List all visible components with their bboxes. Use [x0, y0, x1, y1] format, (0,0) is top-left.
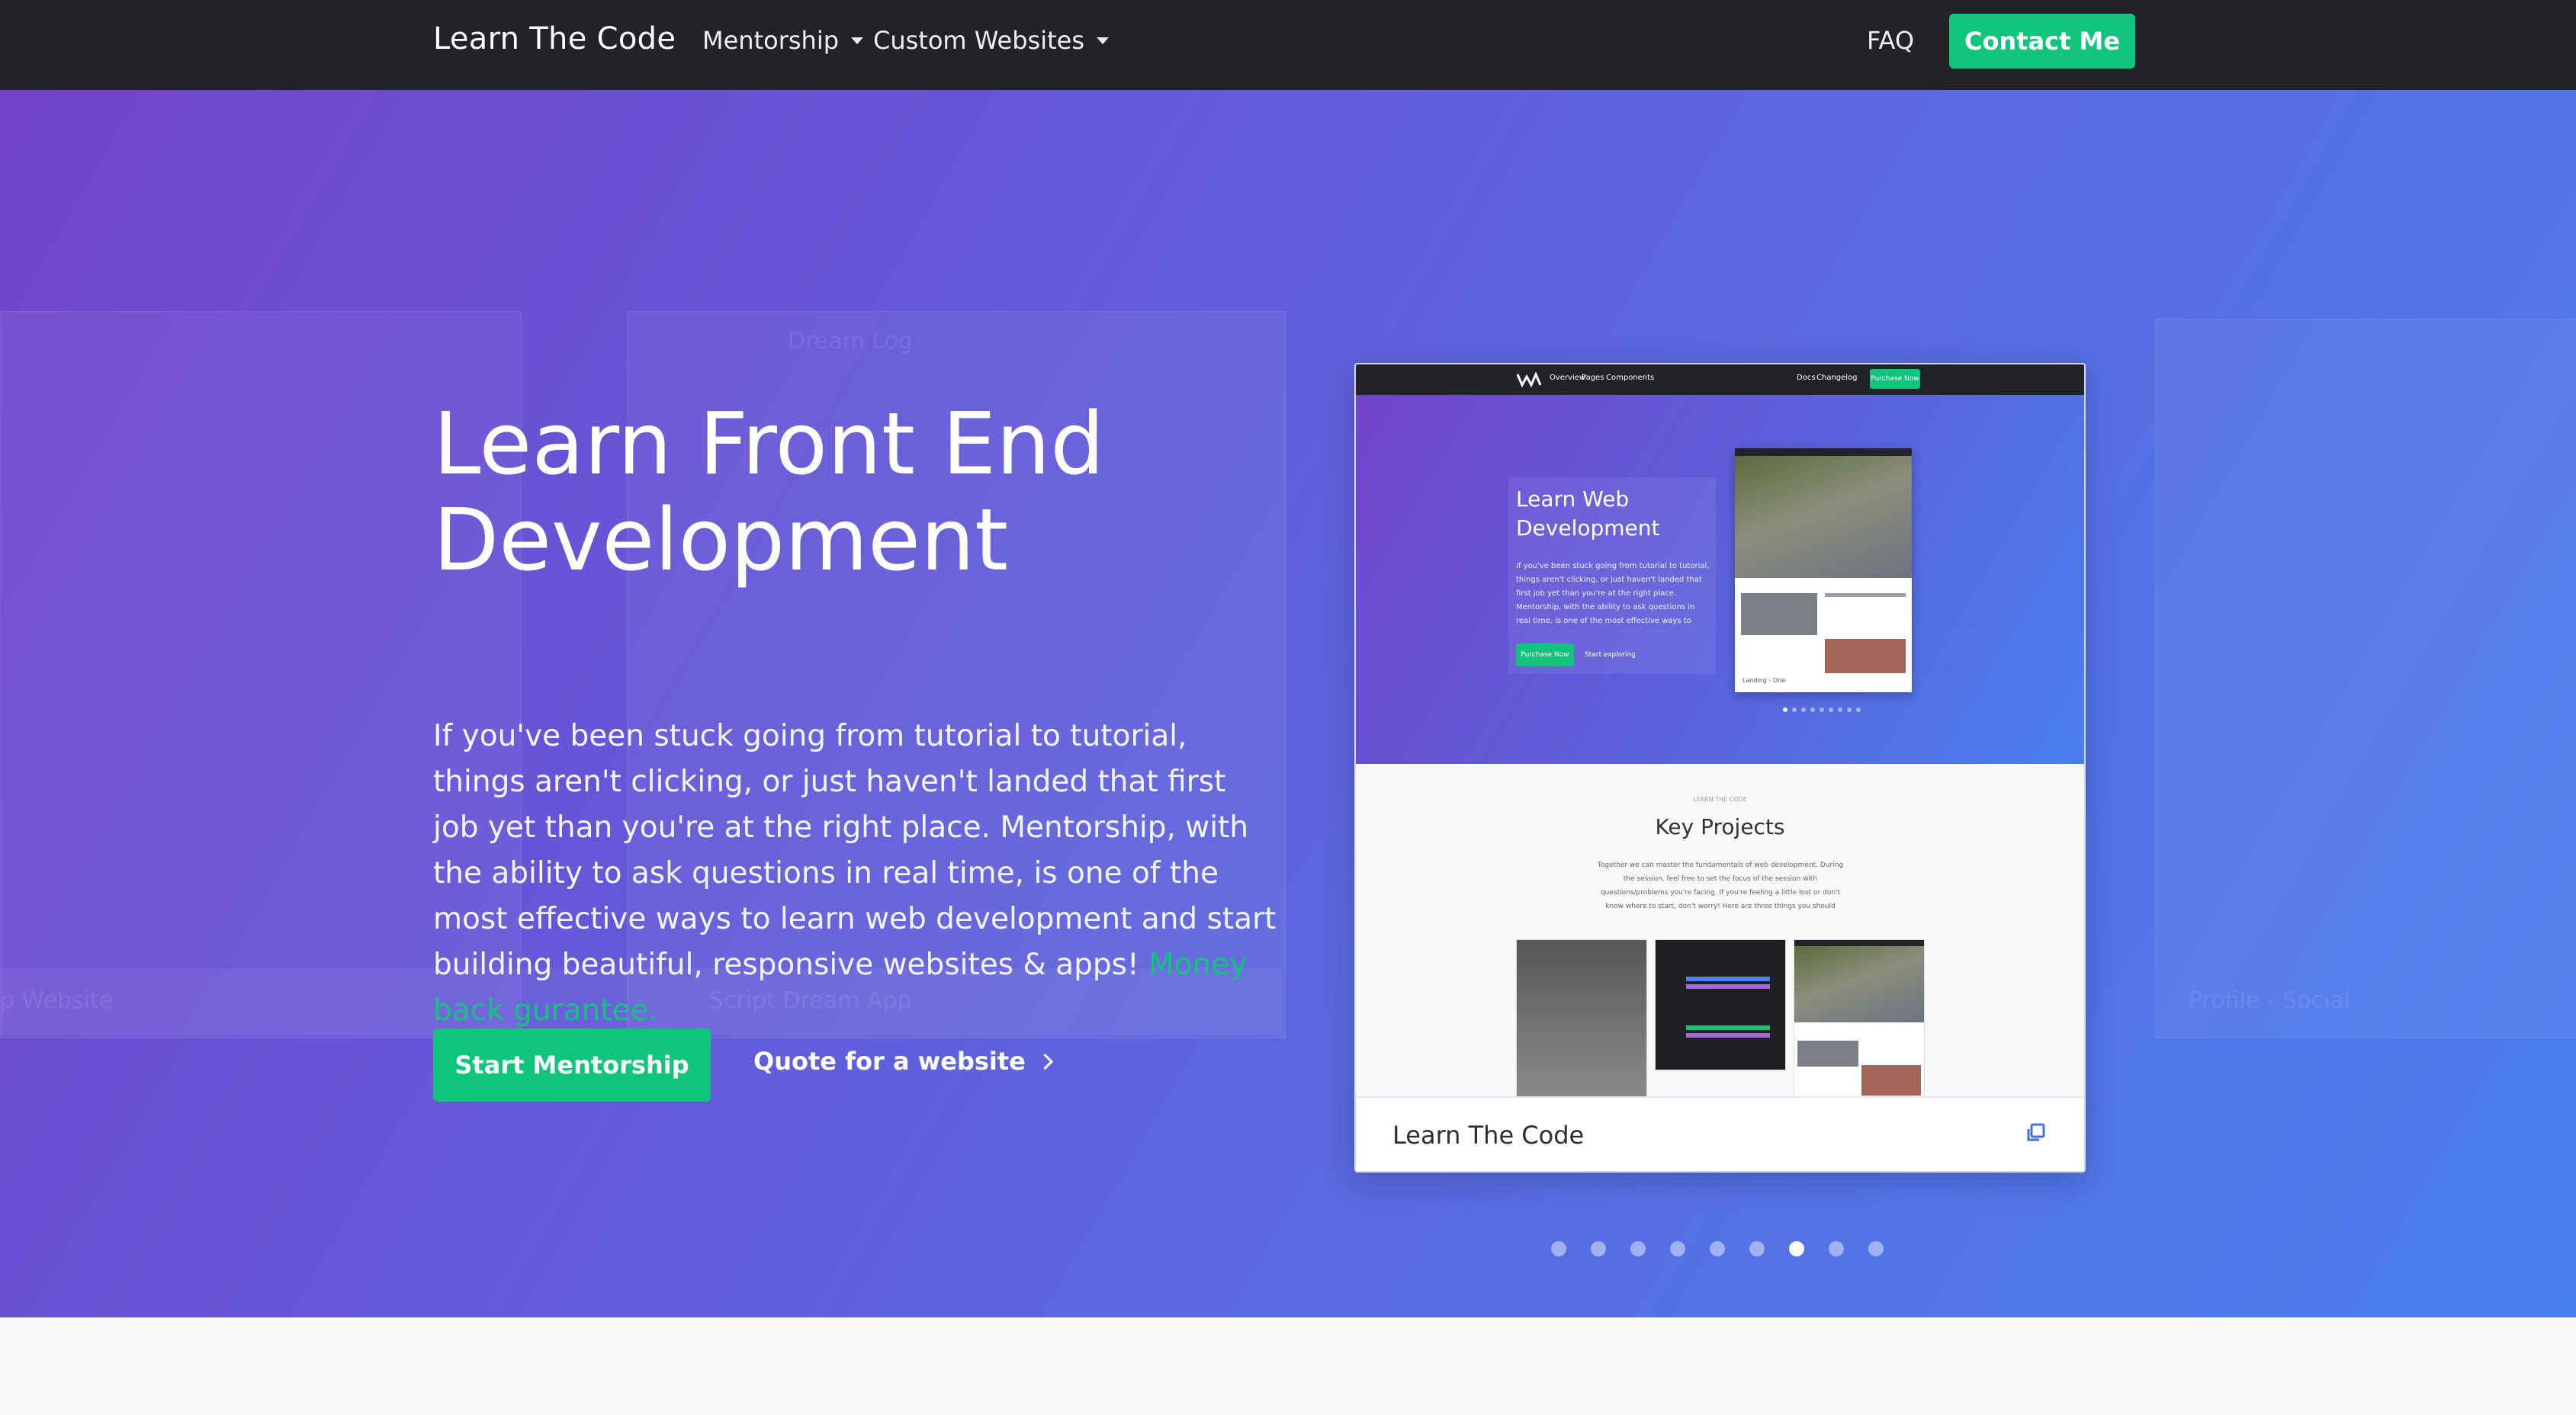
quote-website-label: Quote for a website — [753, 1047, 1026, 1076]
start-mentorship-button[interactable]: Start Mentorship — [433, 1028, 711, 1102]
preview-section-eyebrow: LEARN THE CODE — [1693, 796, 1747, 803]
carousel-indicator[interactable] — [1591, 1241, 1606, 1256]
preview-section-title: Key Projects — [1655, 814, 1785, 839]
carousel-caption-text: Learn The Code — [1392, 1121, 1585, 1150]
hero-title-line1: Learn Front End — [433, 395, 1105, 494]
preview-lower-section: LEARN THE CODE Key Projects Together we … — [1356, 764, 2084, 1096]
quote-website-link[interactable]: Quote for a website — [753, 1047, 1053, 1076]
preview-hero-title: Learn Web Development — [1516, 486, 1660, 541]
carousel-indicator[interactable] — [1868, 1241, 1884, 1256]
chevron-right-icon — [1036, 1053, 1053, 1070]
carousel-card[interactable]: Overview Pages Components Docs Changelog… — [1354, 363, 2086, 1173]
hero-title-line2: Development — [433, 491, 1008, 590]
preview-navbar: Overview Pages Components Docs Changelog… — [1356, 364, 2084, 395]
carousel-card-caption: Learn The Code — [1356, 1096, 2084, 1171]
preview-hero-link: Start exploring — [1585, 651, 1636, 659]
carousel-indicator[interactable] — [1829, 1241, 1844, 1256]
hero-description-text: If you've been stuck going from tutorial… — [433, 719, 1277, 982]
preview-hero-body: If you've been stuck going from tutorial… — [1516, 562, 1710, 631]
background-caption-left: p Website — [0, 987, 114, 1014]
carousel-indicator[interactable] — [1710, 1241, 1725, 1256]
preview-section-body: Together we can master the fundamentals … — [1597, 862, 1844, 910]
external-link-icon[interactable] — [2025, 1122, 2046, 1144]
preview-project-card-1 — [1516, 939, 1647, 1096]
next-section-band — [0, 1317, 2576, 1415]
preview-thumbnail-hero — [1735, 456, 1912, 578]
nav-dropdown-mentorship[interactable]: Mentorship — [702, 26, 864, 55]
preview-thumbnail-caption: Landing - One — [1742, 677, 1786, 684]
navbar-inner: Learn The Code Mentorship Custom Website… — [433, 0, 2135, 90]
preview-thumbnail-nav — [1735, 448, 1912, 456]
hero-description: If you've been stuck going from tutorial… — [433, 714, 1280, 1034]
preview-purchase-button: Purchase Now — [1870, 369, 1920, 389]
preview-hero: Learn Web Development If you've been stu… — [1356, 395, 2084, 764]
nav-label-custom-websites: Custom Websites — [873, 26, 1084, 55]
carousel-indicator[interactable] — [1551, 1241, 1566, 1256]
contact-me-button[interactable]: Contact Me — [1949, 14, 2135, 69]
carousel-indicator[interactable] — [1630, 1241, 1646, 1256]
carousel-indicator[interactable] — [1749, 1241, 1765, 1256]
nav-dropdown-custom-websites[interactable]: Custom Websites — [873, 26, 1109, 55]
preview-hero-button: Purchase Now — [1516, 643, 1574, 666]
top-navbar: Learn The Code Mentorship Custom Website… — [0, 0, 2576, 90]
preview-thumbnail-image-b — [1825, 639, 1906, 673]
nav-label-mentorship: Mentorship — [702, 26, 840, 55]
preview-nav-docs: Docs — [1797, 374, 1816, 382]
carousel-indicator[interactable] — [1670, 1241, 1685, 1256]
preview-nav-changelog: Changelog — [1816, 374, 1858, 382]
preview-nav-overview: Overview — [1550, 374, 1586, 382]
hero-section: p Website Dream Log Script Dream App Pro… — [0, 90, 2576, 1317]
background-caption-right: Profile - Social — [2189, 987, 2351, 1014]
caret-down-icon — [851, 37, 864, 44]
preview-nav-components: Components — [1606, 374, 1655, 382]
preview-thumbnail: Landing - One — [1735, 448, 1912, 692]
carousel-indicators — [1551, 1241, 1884, 1256]
preview-project-card-2 — [1655, 939, 1786, 1070]
logo-icon — [1516, 372, 1542, 387]
preview-carousel-dots — [1783, 708, 1864, 712]
preview-project-card-3 — [1794, 939, 1925, 1096]
carousel-indicator[interactable] — [1789, 1241, 1804, 1256]
website-preview-image: Overview Pages Components Docs Changelog… — [1356, 364, 2084, 1096]
background-card-right — [2155, 319, 2576, 1038]
preview-nav-pages: Pages — [1582, 374, 1604, 382]
hero-title: Learn Front End Development — [433, 396, 1348, 589]
nav-link-faq[interactable]: FAQ — [1867, 26, 1914, 55]
caret-down-icon — [1097, 37, 1109, 44]
background-label-middle: Dream Log — [788, 328, 913, 355]
preview-thumbnail-image-a — [1741, 593, 1817, 635]
brand-link[interactable]: Learn The Code — [433, 21, 676, 56]
preview-thumbnail-line — [1825, 593, 1906, 597]
